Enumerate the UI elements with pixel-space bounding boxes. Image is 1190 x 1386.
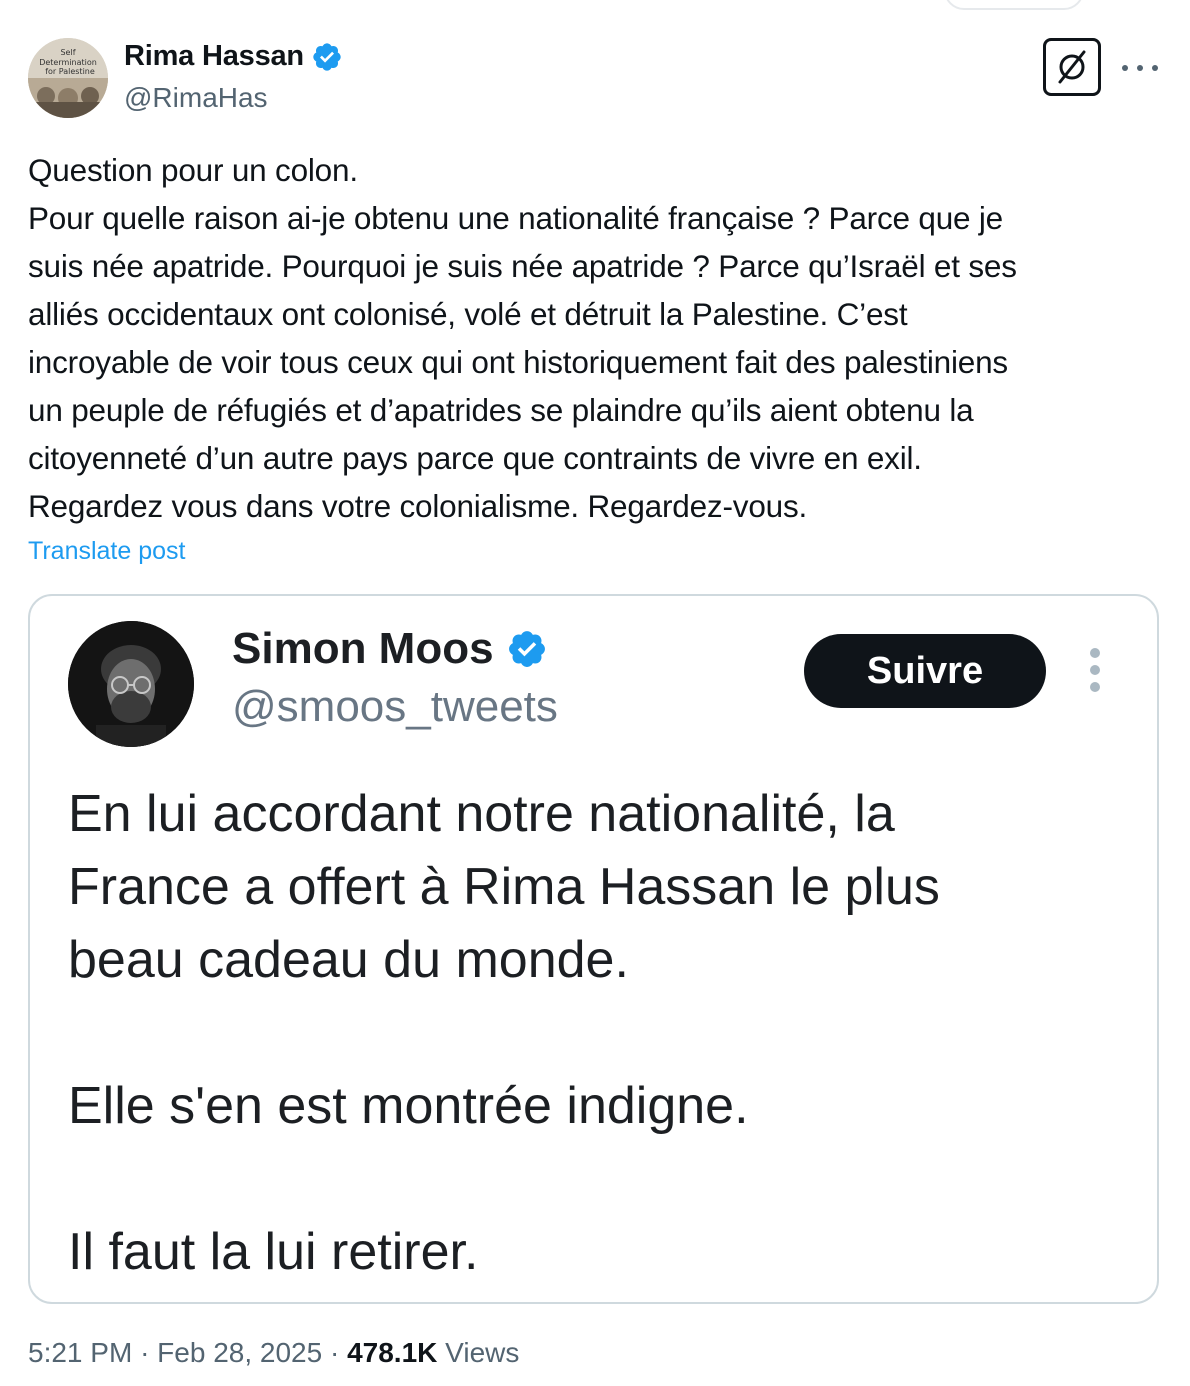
tweet-line: un peuple de réfugiés et d’apatrides se … bbox=[28, 392, 974, 428]
quoted-line: Elle s'en est montrée indigne. bbox=[68, 1077, 749, 1135]
quoted-tweet-text: En lui accordant notre nationalité, la F… bbox=[68, 778, 940, 1289]
tweet-text: Question pour un colon. Pour quelle rais… bbox=[28, 146, 1168, 530]
quoted-follow-button: Suivre bbox=[804, 634, 1046, 708]
grok-button[interactable] bbox=[1043, 38, 1101, 96]
grok-icon bbox=[1058, 50, 1086, 84]
views-label: Views bbox=[445, 1337, 520, 1368]
quoted-author-handle: @smoos_tweets bbox=[232, 682, 558, 731]
quoted-author-name: Simon Moos bbox=[232, 624, 548, 674]
tweet-line: citoyenneté d’un autre pays parce que co… bbox=[28, 440, 922, 476]
svg-text:Self: Self bbox=[60, 48, 75, 57]
svg-text:for Palestine: for Palestine bbox=[45, 67, 95, 76]
meta-separator: · bbox=[329, 1337, 340, 1368]
quoted-avatar-photo bbox=[68, 621, 194, 747]
verified-badge-icon bbox=[311, 41, 343, 73]
author-name-text: Rima Hassan bbox=[124, 40, 304, 72]
translate-post-link[interactable]: Translate post bbox=[28, 537, 185, 566]
tweet-meta: 5:21 PM · Feb 28, 2025 · 478.1K Views bbox=[28, 1337, 519, 1369]
author-name[interactable]: Rima Hassan bbox=[124, 40, 343, 73]
quoted-line: beau cadeau du monde. bbox=[68, 931, 629, 989]
post-date[interactable]: Feb 28, 2025 bbox=[157, 1337, 322, 1368]
avatar-image: Self Determination for Palestine bbox=[28, 38, 108, 118]
quoted-author-avatar bbox=[68, 621, 194, 747]
tweet-line: Regardez vous dans votre colonialisme. R… bbox=[28, 488, 808, 524]
quoted-more-options bbox=[1088, 648, 1102, 692]
quoted-author-name-text: Simon Moos bbox=[232, 624, 494, 673]
tweet-line: Question pour un colon. bbox=[28, 152, 358, 188]
tweet-line: Pour quelle raison ai-je obtenu une nati… bbox=[28, 200, 1004, 236]
tweet-line: suis née apatride. Pourquoi je suis née … bbox=[28, 248, 1017, 284]
svg-text:Determination: Determination bbox=[39, 58, 97, 67]
more-options-button[interactable] bbox=[1122, 52, 1158, 84]
meta-separator: · bbox=[140, 1337, 150, 1368]
views-count[interactable]: 478.1K bbox=[347, 1337, 437, 1368]
tweet-line: incroyable de voir tous ceux qui ont his… bbox=[28, 344, 1008, 380]
post-time[interactable]: 5:21 PM bbox=[28, 1337, 132, 1368]
quoted-tweet-image[interactable]: Simon Moos @smoos_tweets Suivre En lui a… bbox=[28, 594, 1159, 1304]
author-handle[interactable]: @RimaHas bbox=[124, 82, 268, 114]
author-avatar[interactable]: Self Determination for Palestine bbox=[28, 38, 108, 118]
more-vertical-icon bbox=[1090, 648, 1100, 658]
quoted-line: Il faut la lui retirer. bbox=[68, 1223, 479, 1281]
quoted-line: En lui accordant notre nationalité, la bbox=[68, 785, 895, 843]
quoted-line: France a offert à Rima Hassan le plus bbox=[68, 858, 940, 916]
more-horizontal-icon bbox=[1122, 65, 1128, 71]
top-pill-edge bbox=[944, 0, 1084, 10]
quoted-verified-badge-icon bbox=[506, 628, 548, 670]
tweet-line: alliés occidentaux ont colonisé, volé et… bbox=[28, 296, 908, 332]
